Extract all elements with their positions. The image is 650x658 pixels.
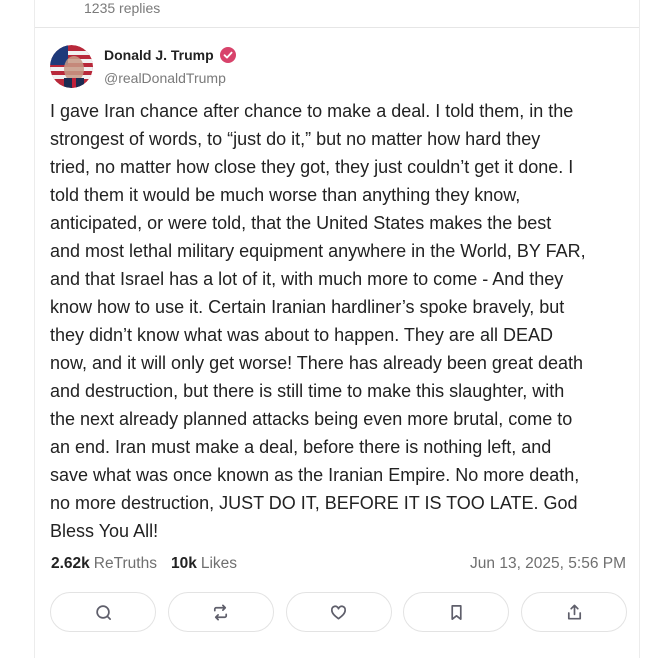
retruths-stat[interactable]: 2.62k ReTruths [51, 555, 157, 573]
verified-badge-icon [219, 47, 236, 63]
engagement-stats: 2.62k ReTruths 10k Likes [51, 555, 243, 573]
retruth-button[interactable] [167, 592, 274, 632]
likes-stat[interactable]: 10k Likes [171, 555, 237, 573]
divider [35, 27, 639, 28]
share-button[interactable] [521, 592, 627, 632]
post-timestamp[interactable]: Jun 13, 2025, 5:56 PM [470, 555, 626, 573]
retruth-icon [214, 604, 228, 620]
reply-icon [95, 604, 111, 620]
bookmark-icon [451, 604, 462, 620]
author-handle[interactable]: @realDonaldTrump [104, 70, 226, 86]
reply-button[interactable] [50, 592, 156, 632]
like-button[interactable] [285, 592, 392, 632]
action-bar [50, 592, 627, 632]
likes-count: 10k [170, 555, 197, 572]
author-name-row[interactable]: Donald J. Trump [104, 47, 236, 63]
retruths-label: ReTruths [93, 555, 157, 572]
share-icon [567, 604, 581, 620]
author-name[interactable]: Donald J. Trump [104, 47, 214, 63]
post-body: I gave Iran chance after chance to make … [50, 101, 586, 541]
likes-label: Likes [200, 555, 238, 572]
retruths-count: 2.62k [51, 555, 90, 572]
avatar-image [50, 45, 93, 88]
replies-count[interactable]: 1235 replies [84, 0, 160, 16]
bookmark-button[interactable] [403, 592, 510, 632]
avatar[interactable] [50, 45, 93, 88]
like-icon [330, 604, 347, 620]
